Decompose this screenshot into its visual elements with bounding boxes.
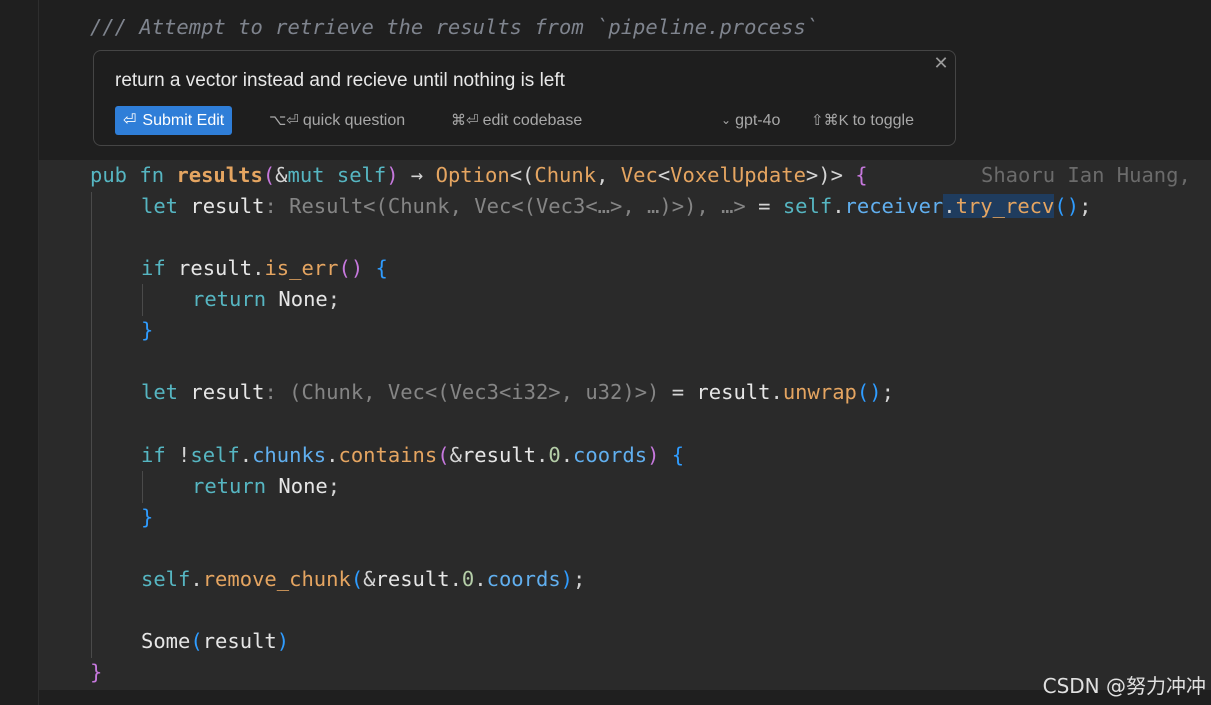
- function-name: results: [176, 163, 263, 187]
- quick-question-hint[interactable]: ⌥⏎ quick question: [269, 106, 405, 135]
- submit-edit-label: Submit Edit: [142, 112, 225, 129]
- toggle-hint: ⇧⌘K to toggle: [811, 106, 914, 135]
- edit-codebase-shortcut: ⌘⏎: [451, 112, 479, 129]
- code-line-remove-chunk[interactable]: self.remove_chunk(&result.0.coords);: [141, 564, 585, 594]
- chevron-down-icon: ⌄: [721, 113, 732, 127]
- submit-edit-button[interactable]: ⏎ Submit Edit: [115, 106, 233, 135]
- code-line-return-none[interactable]: return None;: [192, 471, 340, 501]
- code-line-fn-signature[interactable]: pub fn results(&mut self) → Option<(Chun…: [90, 160, 868, 190]
- edit-prompt-input[interactable]: return a vector instead and recieve unti…: [115, 70, 565, 92]
- code-line-fn-close-brace[interactable]: }: [90, 657, 102, 687]
- toggle-shortcut: ⇧⌘K: [811, 112, 849, 129]
- code-editor[interactable]: /// Attempt to retrieve the results from…: [0, 0, 1211, 705]
- code-line-if-is-err[interactable]: if result.is_err() {: [141, 253, 388, 283]
- return-arrow-icon: ⏎: [123, 112, 137, 129]
- model-selector[interactable]: ⌄ gpt-4o: [721, 106, 780, 135]
- git-blame-annotation: Shaoru Ian Huang,: [981, 163, 1191, 187]
- type-hint: Result<(Chunk, Vec<(Vec3<…>, …)>), …>: [276, 194, 746, 218]
- inline-edit-popup[interactable]: return a vector instead and recieve unti…: [93, 50, 956, 146]
- indent-guide: [91, 192, 92, 658]
- watermark: CSDN @努力冲冲: [1042, 674, 1206, 698]
- code-line-unwrap[interactable]: let result: (Chunk, Vec<(Vec3<i32>, u32)…: [141, 377, 894, 407]
- code-line-close-brace[interactable]: }: [141, 315, 153, 345]
- quick-question-shortcut: ⌥⏎: [269, 112, 299, 129]
- indent-guide: [142, 471, 143, 503]
- toggle-label: to toggle: [852, 112, 914, 129]
- text-selection: .try_recv: [943, 194, 1055, 218]
- code-line-close-brace[interactable]: }: [141, 502, 153, 532]
- code-line-let-result[interactable]: let result: Result<(Chunk, Vec<(Vec3<…>,…: [141, 191, 1091, 221]
- code-block-background: [39, 160, 1211, 690]
- code-line-some-result[interactable]: Some(result): [141, 626, 289, 656]
- quick-question-label: quick question: [302, 112, 406, 129]
- doc-comment: /// Attempt to retrieve the results from…: [90, 15, 819, 39]
- edit-codebase-hint[interactable]: ⌘⏎ edit codebase: [451, 106, 582, 135]
- code-line-if-contains[interactable]: if !self.chunks.contains(&result.0.coord…: [141, 440, 684, 470]
- model-label: gpt-4o: [735, 112, 781, 129]
- type-hint: (Chunk, Vec<(Vec3<i32>, u32)>): [276, 380, 660, 404]
- indent-guide: [142, 284, 143, 316]
- close-icon[interactable]: ✕: [933, 54, 949, 72]
- code-line-return-none[interactable]: return None;: [192, 284, 340, 314]
- edit-codebase-label: edit codebase: [482, 112, 583, 129]
